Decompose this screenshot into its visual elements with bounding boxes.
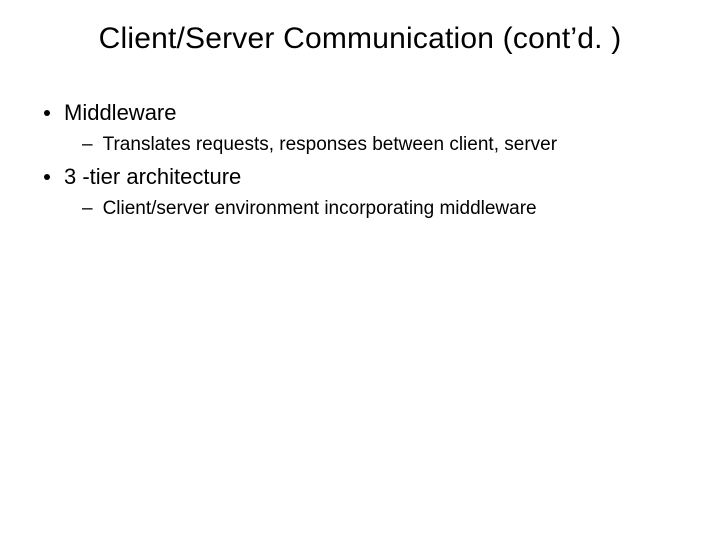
list-item-text: Client/server environment incorporating … bbox=[103, 198, 537, 220]
list-item: 3 -tier architecture bbox=[44, 164, 680, 190]
list-item: – Client/server environment incorporatin… bbox=[82, 198, 680, 220]
list-item: – Translates requests, responses between… bbox=[82, 134, 680, 156]
dash-icon: – bbox=[82, 134, 93, 156]
list-item-text: Middleware bbox=[64, 100, 177, 126]
slide-content: Middleware – Translates requests, respon… bbox=[40, 100, 680, 220]
list-item: Middleware bbox=[44, 100, 680, 126]
slide: Client/Server Communication (cont’d. ) M… bbox=[0, 0, 720, 540]
dash-icon: – bbox=[82, 198, 93, 220]
bullet-icon bbox=[44, 174, 50, 180]
slide-title: Client/Server Communication (cont’d. ) bbox=[40, 22, 680, 56]
list-item-text: Translates requests, responses between c… bbox=[103, 134, 557, 156]
bullet-icon bbox=[44, 110, 50, 116]
list-item-text: 3 -tier architecture bbox=[64, 164, 241, 190]
